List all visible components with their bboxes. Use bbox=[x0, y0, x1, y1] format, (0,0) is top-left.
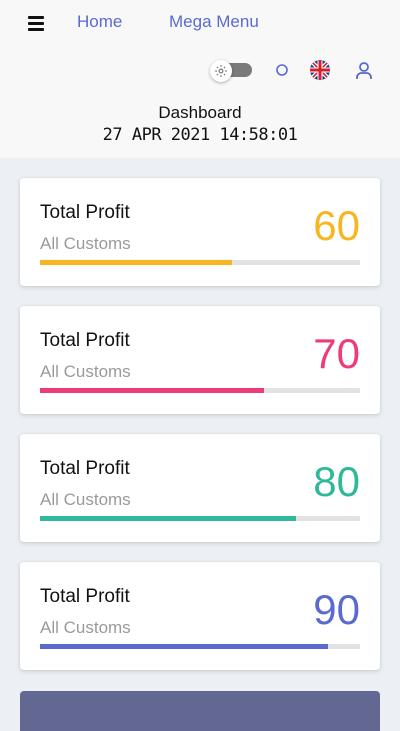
circle-icon[interactable] bbox=[276, 64, 288, 76]
nav-link-mega-menu[interactable]: Mega Menu bbox=[169, 12, 259, 32]
stat-card-4: Total Profit All Customs 90 bbox=[20, 562, 380, 670]
progress-bar-fill bbox=[40, 644, 328, 649]
card-subtitle: All Customs bbox=[40, 490, 131, 509]
card-title: Total Profit bbox=[40, 586, 130, 607]
card-subtitle: All Customs bbox=[40, 362, 131, 381]
current-datetime: 27 APR 2021 14:58:01 bbox=[102, 125, 298, 145]
progress-bar bbox=[40, 516, 360, 521]
gear-icon bbox=[210, 60, 232, 82]
progress-bar bbox=[40, 260, 360, 265]
stat-card-2: Total Profit All Customs 70 bbox=[20, 306, 380, 414]
card-value: 90 bbox=[313, 586, 360, 633]
progress-bar bbox=[40, 644, 360, 649]
card-value: 60 bbox=[313, 202, 360, 249]
bottom-panel bbox=[20, 691, 380, 731]
progress-bar-fill bbox=[40, 388, 264, 393]
page-title-block: Dashboard 27 APR 2021 14:58:01 bbox=[0, 102, 400, 146]
theme-toggle[interactable] bbox=[210, 60, 252, 82]
hamburger-icon[interactable] bbox=[28, 16, 44, 31]
page-title: Dashboard bbox=[158, 103, 242, 122]
progress-bar bbox=[40, 388, 360, 393]
uk-flag-icon[interactable] bbox=[310, 60, 330, 80]
user-icon[interactable] bbox=[355, 61, 373, 80]
progress-bar-fill bbox=[40, 516, 296, 521]
stat-card-1: Total Profit All Customs 60 bbox=[20, 178, 380, 286]
card-subtitle: All Customs bbox=[40, 234, 131, 253]
card-title: Total Profit bbox=[40, 458, 130, 479]
card-title: Total Profit bbox=[40, 202, 130, 223]
card-title: Total Profit bbox=[40, 330, 130, 351]
nav-link-home[interactable]: Home bbox=[77, 12, 122, 32]
card-value: 70 bbox=[313, 330, 360, 377]
card-subtitle: All Customs bbox=[40, 618, 131, 637]
top-header: Home Mega Menu Dashboard 27 APR 2021 14:… bbox=[0, 0, 400, 158]
stat-card-3: Total Profit All Customs 80 bbox=[20, 434, 380, 542]
progress-bar-fill bbox=[40, 260, 232, 265]
card-value: 80 bbox=[313, 458, 360, 505]
